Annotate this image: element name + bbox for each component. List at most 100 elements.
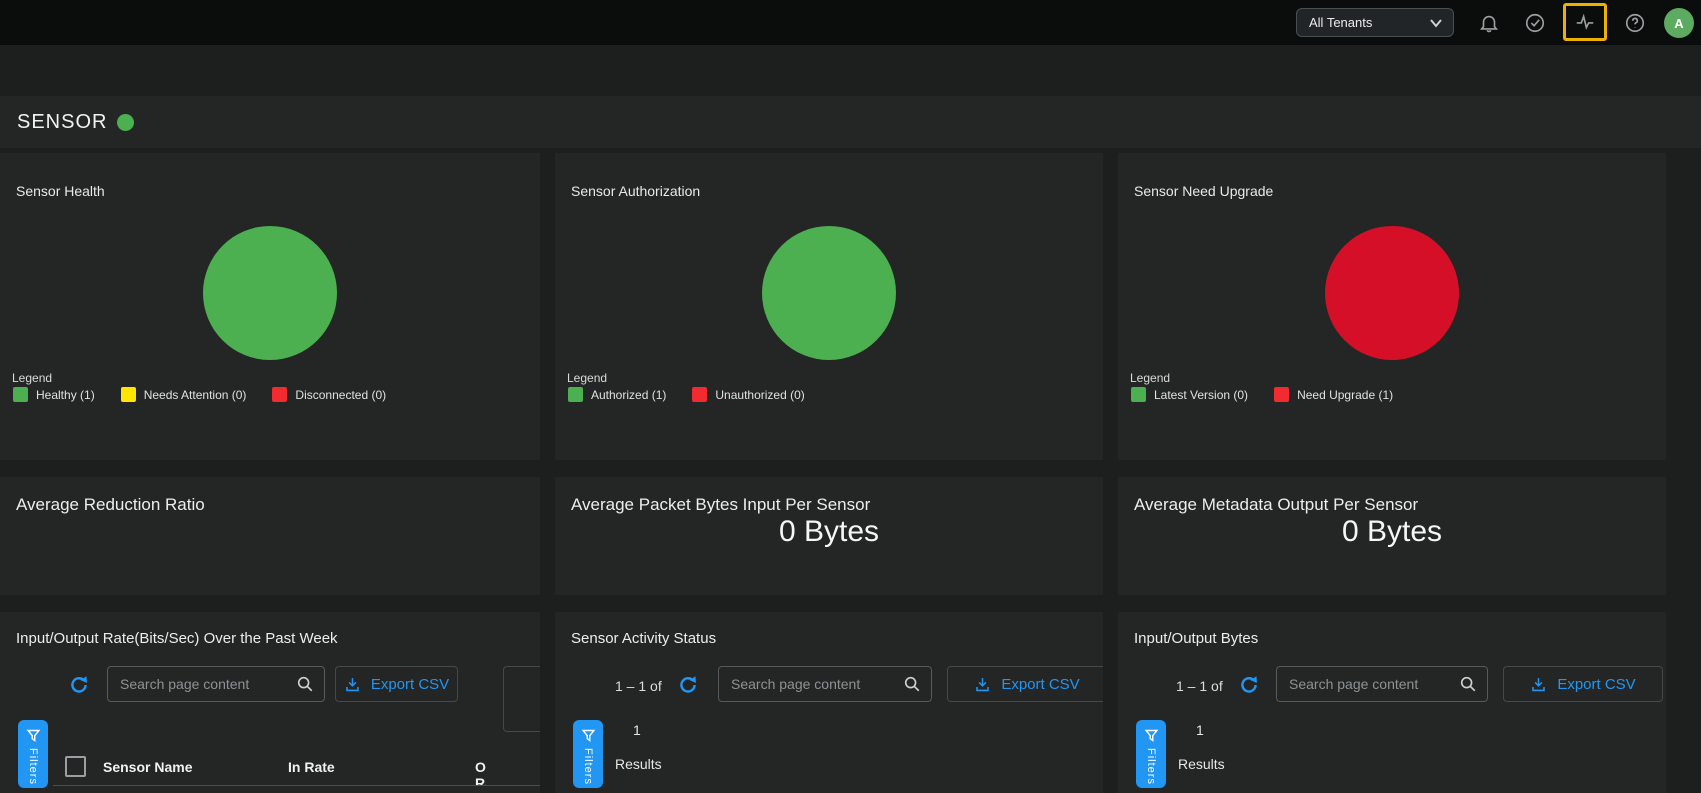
avatar-letter: A [1674, 16, 1683, 31]
select-all-checkbox[interactable] [65, 756, 86, 777]
legend-item: Unauthorized (0) [692, 387, 804, 402]
legend: Latest Version (0) Need Upgrade (1) [1131, 387, 1393, 402]
legend-title: Legend [12, 371, 52, 385]
topbar: All Tenants A [0, 0, 1701, 45]
legend-item: Needs Attention (0) [121, 387, 247, 402]
download-icon [344, 676, 361, 693]
stat-title: Average Metadata Output Per Sensor [1134, 495, 1418, 515]
legend-swatch [1131, 387, 1146, 402]
legend-label: Needs Attention (0) [144, 388, 247, 402]
notifications-bell-icon[interactable] [1477, 11, 1501, 35]
filter-icon [581, 728, 596, 743]
legend-item: Authorized (1) [568, 387, 666, 402]
stat-value: 0 Bytes [555, 515, 1103, 549]
export-csv-button[interactable]: Export CSV [1503, 666, 1663, 702]
card-io-rate-table: Input/Output Rate(Bits/Sec) Over the Pas… [0, 612, 540, 793]
search-box [718, 666, 932, 702]
card-sensor-need-upgrade: Sensor Need Upgrade Legend Latest Versio… [1118, 153, 1666, 460]
pie-chart [1325, 226, 1459, 360]
table-header: Sensor Name In Rate Out Rate [0, 752, 486, 786]
table-title: Sensor Activity Status [571, 630, 716, 647]
legend-item: Disconnected (0) [272, 387, 386, 402]
header-divider [53, 785, 540, 786]
legend-swatch [272, 387, 287, 402]
chevron-down-icon [1429, 18, 1443, 28]
result-count: 1 [633, 722, 641, 738]
card-title: Sensor Health [16, 183, 105, 199]
filters-button[interactable]: Filters [573, 720, 603, 788]
filters-label: Filters [582, 748, 594, 785]
column-out-rate[interactable]: Out Rate [475, 759, 486, 786]
legend-swatch [13, 387, 28, 402]
legend-label: Latest Version (0) [1154, 388, 1248, 402]
results-label: Results [615, 756, 662, 772]
toolbar-partial-control[interactable] [503, 666, 540, 732]
pie-chart [762, 226, 896, 360]
card-average-packet-bytes-input: Average Packet Bytes Input Per Sensor 0 … [555, 477, 1103, 595]
download-icon [1530, 676, 1547, 693]
export-csv-label: Export CSV [1557, 676, 1635, 693]
download-icon [974, 676, 991, 693]
card-average-reduction-ratio: Average Reduction Ratio [0, 477, 540, 595]
pagination-label: 1 – 1 of [615, 678, 662, 694]
stat-title: Average Packet Bytes Input Per Sensor [571, 495, 870, 515]
pulse-icon [1573, 10, 1597, 34]
export-csv-button[interactable]: Export CSV [335, 666, 458, 702]
filters-button[interactable]: Filters [1136, 720, 1166, 788]
legend-item: Latest Version (0) [1131, 387, 1248, 402]
legend-swatch [692, 387, 707, 402]
export-csv-label: Export CSV [371, 676, 449, 693]
legend: Healthy (1) Needs Attention (0) Disconne… [13, 387, 386, 402]
legend-title: Legend [1130, 371, 1170, 385]
check-circle-icon[interactable] [1523, 11, 1547, 35]
export-csv-button[interactable]: Export CSV [947, 666, 1103, 702]
avatar[interactable]: A [1664, 8, 1694, 38]
legend-label: Unauthorized (0) [715, 388, 804, 402]
card-io-bytes: Input/Output Bytes 1 – 1 of Export CSV [1118, 612, 1666, 793]
legend-swatch [1274, 387, 1289, 402]
search-box [107, 666, 325, 702]
legend-item: Healthy (1) [13, 387, 95, 402]
column-sensor-name[interactable]: Sensor Name [103, 759, 192, 775]
filter-icon [26, 728, 41, 743]
legend-swatch [568, 387, 583, 402]
column-in-rate[interactable]: In Rate [288, 759, 335, 775]
search-icon [1459, 675, 1477, 693]
search-box [1276, 666, 1488, 702]
tenant-select-value: All Tenants [1309, 15, 1372, 30]
card-title: Sensor Need Upgrade [1134, 183, 1273, 199]
legend-label: Healthy (1) [36, 388, 95, 402]
stat-value: 0 Bytes [1118, 515, 1666, 549]
activity-pulse-button[interactable] [1563, 3, 1607, 41]
legend-label: Disconnected (0) [295, 388, 386, 402]
stat-title: Average Reduction Ratio [16, 495, 205, 515]
search-input[interactable] [731, 676, 897, 692]
legend-label: Need Upgrade (1) [1297, 388, 1393, 402]
legend-swatch [121, 387, 136, 402]
search-icon [296, 675, 314, 693]
refresh-icon[interactable] [677, 674, 699, 696]
legend-item: Need Upgrade (1) [1274, 387, 1393, 402]
sensor-status-dot [117, 114, 134, 131]
legend: Authorized (1) Unauthorized (0) [568, 387, 805, 402]
results-label: Results [1178, 756, 1225, 772]
filters-label: Filters [1145, 748, 1157, 785]
help-icon[interactable] [1623, 11, 1647, 35]
pagination-label: 1 – 1 of [1176, 678, 1223, 694]
tenant-select[interactable]: All Tenants [1296, 8, 1454, 37]
search-input[interactable] [1289, 676, 1453, 692]
refresh-icon[interactable] [68, 674, 90, 696]
refresh-icon[interactable] [1238, 674, 1260, 696]
card-sensor-authorization: Sensor Authorization Legend Authorized (… [555, 153, 1103, 460]
card-title: Sensor Authorization [571, 183, 700, 199]
result-count: 1 [1196, 722, 1204, 738]
search-input[interactable] [120, 676, 290, 692]
table-title: Input/Output Rate(Bits/Sec) Over the Pas… [16, 630, 338, 647]
table-title: Input/Output Bytes [1134, 630, 1258, 647]
page-title: SENSOR [17, 111, 107, 134]
filter-icon [1144, 728, 1159, 743]
export-csv-label: Export CSV [1001, 676, 1079, 693]
search-icon [903, 675, 921, 693]
sensor-header: SENSOR [0, 96, 1701, 148]
card-sensor-activity-status: Sensor Activity Status 1 – 1 of Export C… [555, 612, 1103, 793]
